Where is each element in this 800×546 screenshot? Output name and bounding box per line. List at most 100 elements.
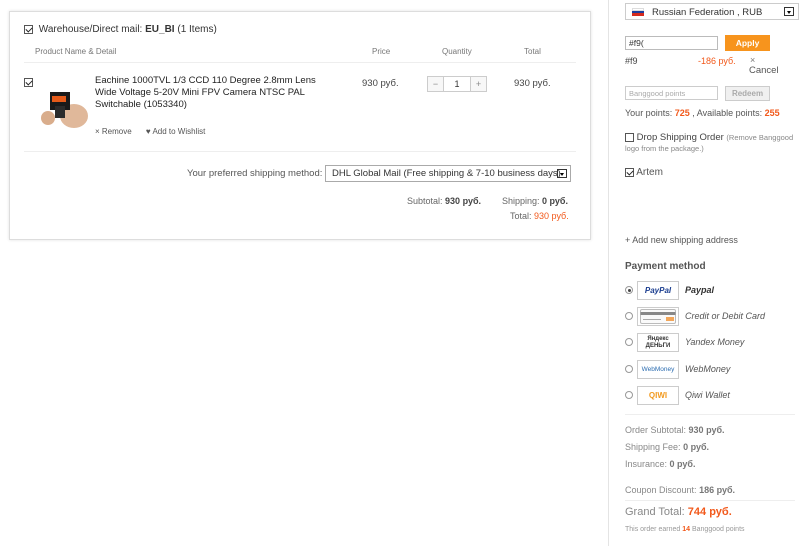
coupon-discount-label: Coupon Discount: [625,485,697,495]
payment-radio[interactable] [625,391,633,399]
earned-suffix: Banggood points [691,526,745,533]
earned-points-note: This order earned 14 Banggood points [625,526,745,533]
payment-radio[interactable] [625,338,633,346]
yandex-money-logo-icon: Яндекс ДЕНЬГИ [637,333,679,352]
col-quantity-header: Quantity [442,47,472,56]
payment-radio[interactable] [625,365,633,373]
applied-coupon-discount: -186 руб. [698,56,736,66]
warehouse-label: Warehouse/Direct mail: [38,24,143,35]
item-actions: × Remove ♥ Add to Wishlist [95,127,217,136]
drop-shipping-option: Drop Shipping Order (Remove Banggood log… [625,132,799,154]
checkout-sidebar: Russian Federation , RUB #f9( Apply #f9 … [608,0,800,546]
payment-method-title: Payment method [625,261,706,272]
shipping-method-label: Your preferred shipping method: [187,168,323,179]
chevron-down-icon[interactable] [784,7,794,16]
shipping-method-select[interactable]: DHL Global Mail (Free shipping & 7-10 bu… [325,165,571,182]
country-value: Russian Federation , RUB [652,7,763,18]
webmoney-logo-icon: WebMoney [637,360,679,379]
order-subtotal-value: 930 руб. [688,425,725,435]
shipping-fee-line: Shipping Fee: 0 руб. [625,442,709,452]
insurance-label: Insurance: [625,459,668,469]
redeem-button[interactable]: Redeem [725,86,770,101]
chevron-down-icon[interactable] [557,169,567,178]
close-icon[interactable]: × [750,55,755,65]
product-name[interactable]: Eachine 1000TVL 1/3 CCD 110 Degree 2.8mm… [95,75,327,111]
shipping-fee-label: Shipping Fee: [625,442,681,452]
shipping-address: Artem [625,167,663,178]
credit-card-icon [637,307,679,326]
payment-label: Credit or Debit Card [685,311,766,321]
subtotal-line: Subtotal: 930 руб. [407,196,481,206]
coupon-input[interactable]: #f9( [625,36,718,50]
address-name[interactable]: Artem [636,167,663,178]
payment-label: Yandex Money [685,337,745,347]
drop-shipping-label[interactable]: Drop Shipping Order [637,132,724,143]
your-points-value: 725 [674,108,690,118]
quantity-stepper: − 1 + [427,76,487,92]
paypal-logo-icon: PayPal [637,281,679,300]
item-checkbox[interactable] [24,78,33,87]
points-input[interactable]: Banggood points [625,86,718,100]
total-value: 930 руб. [534,211,569,221]
payment-option-card[interactable]: Credit or Debit Card [625,307,795,327]
order-subtotal-line: Order Subtotal: 930 руб. [625,425,725,435]
col-product-header: Product Name & Detail [35,47,117,56]
shipping-method-value: DHL Global Mail (Free shipping & 7-10 bu… [332,168,561,179]
coupon-discount-value: 186 руб. [699,485,736,495]
total-line: Total: 930 руб. [510,211,569,221]
available-points-value: 255 [764,108,780,118]
grand-total-value: 744 руб. [687,506,732,518]
subtotal-value: 930 руб. [445,196,482,206]
total-label: Total: [510,211,532,221]
insurance-line: Insurance: 0 руб. [625,459,696,469]
divider [24,151,576,152]
insurance-value: 0 руб. [669,459,696,469]
items-count: (1 Items) [177,24,217,35]
shipping-cost-value: 0 руб. [542,196,568,206]
russia-flag-icon [632,8,644,16]
points-info: Your points: 725 , Available points: 255 [625,108,780,118]
payment-option-qiwi[interactable]: QIWI Qiwi Wallet [625,386,795,406]
divider [24,62,576,63]
divider [625,500,795,501]
remove-link[interactable]: × Remove [95,127,132,136]
address-checkbox[interactable] [625,167,634,177]
shipping-fee-value: 0 руб. [683,442,710,452]
your-points-label: Your points: [625,108,673,118]
divider [625,414,795,415]
available-points-label: , Available points: [692,108,763,118]
earned-prefix: This order earned [625,526,681,533]
add-to-wishlist-link[interactable]: ♥ Add to Wishlist [146,127,205,136]
item-price: 930 руб. [362,78,399,89]
payment-option-paypal[interactable]: PayPal Paypal [625,281,795,301]
payment-label: Paypal [685,285,715,295]
subtotal-label: Subtotal: [407,196,443,206]
quantity-input[interactable]: 1 [443,77,471,91]
payment-radio[interactable] [625,286,633,294]
shipping-cost-line: Shipping: 0 руб. [502,196,568,206]
earned-points-value: 14 [682,526,691,533]
shipping-cost-label: Shipping: [502,196,540,206]
warehouse-checkbox[interactable] [24,24,33,34]
cart-panel: Warehouse/Direct mail: EU_BI (1 Items) P… [9,11,591,240]
add-shipping-address-link[interactable]: + Add new shipping address [625,235,738,245]
qiwi-logo-icon: QIWI [637,386,679,405]
warehouse-name: EU_BI [145,24,175,35]
quantity-decrease-button[interactable]: − [428,77,443,91]
item-total: 930 руб. [514,78,551,89]
country-currency-select[interactable]: Russian Federation , RUB [625,3,799,20]
payment-label: WebMoney [685,364,731,374]
apply-coupon-button[interactable]: Apply [725,35,770,51]
coupon-discount-line: Coupon Discount: 186 руб. [625,485,735,495]
col-total-header: Total [524,47,541,56]
warehouse-line: Warehouse/Direct mail: EU_BI (1 Items) [24,24,217,35]
cancel-coupon-link[interactable]: Cancel [749,65,779,76]
payment-label: Qiwi Wallet [685,390,730,400]
payment-option-webmoney[interactable]: WebMoney WebMoney [625,360,795,380]
drop-shipping-checkbox[interactable] [625,132,634,142]
payment-radio[interactable] [625,312,633,320]
col-price-header: Price [372,47,391,56]
quantity-increase-button[interactable]: + [471,77,486,91]
payment-option-yandex[interactable]: Яндекс ДЕНЬГИ Yandex Money [625,333,795,353]
product-image[interactable] [36,84,88,128]
